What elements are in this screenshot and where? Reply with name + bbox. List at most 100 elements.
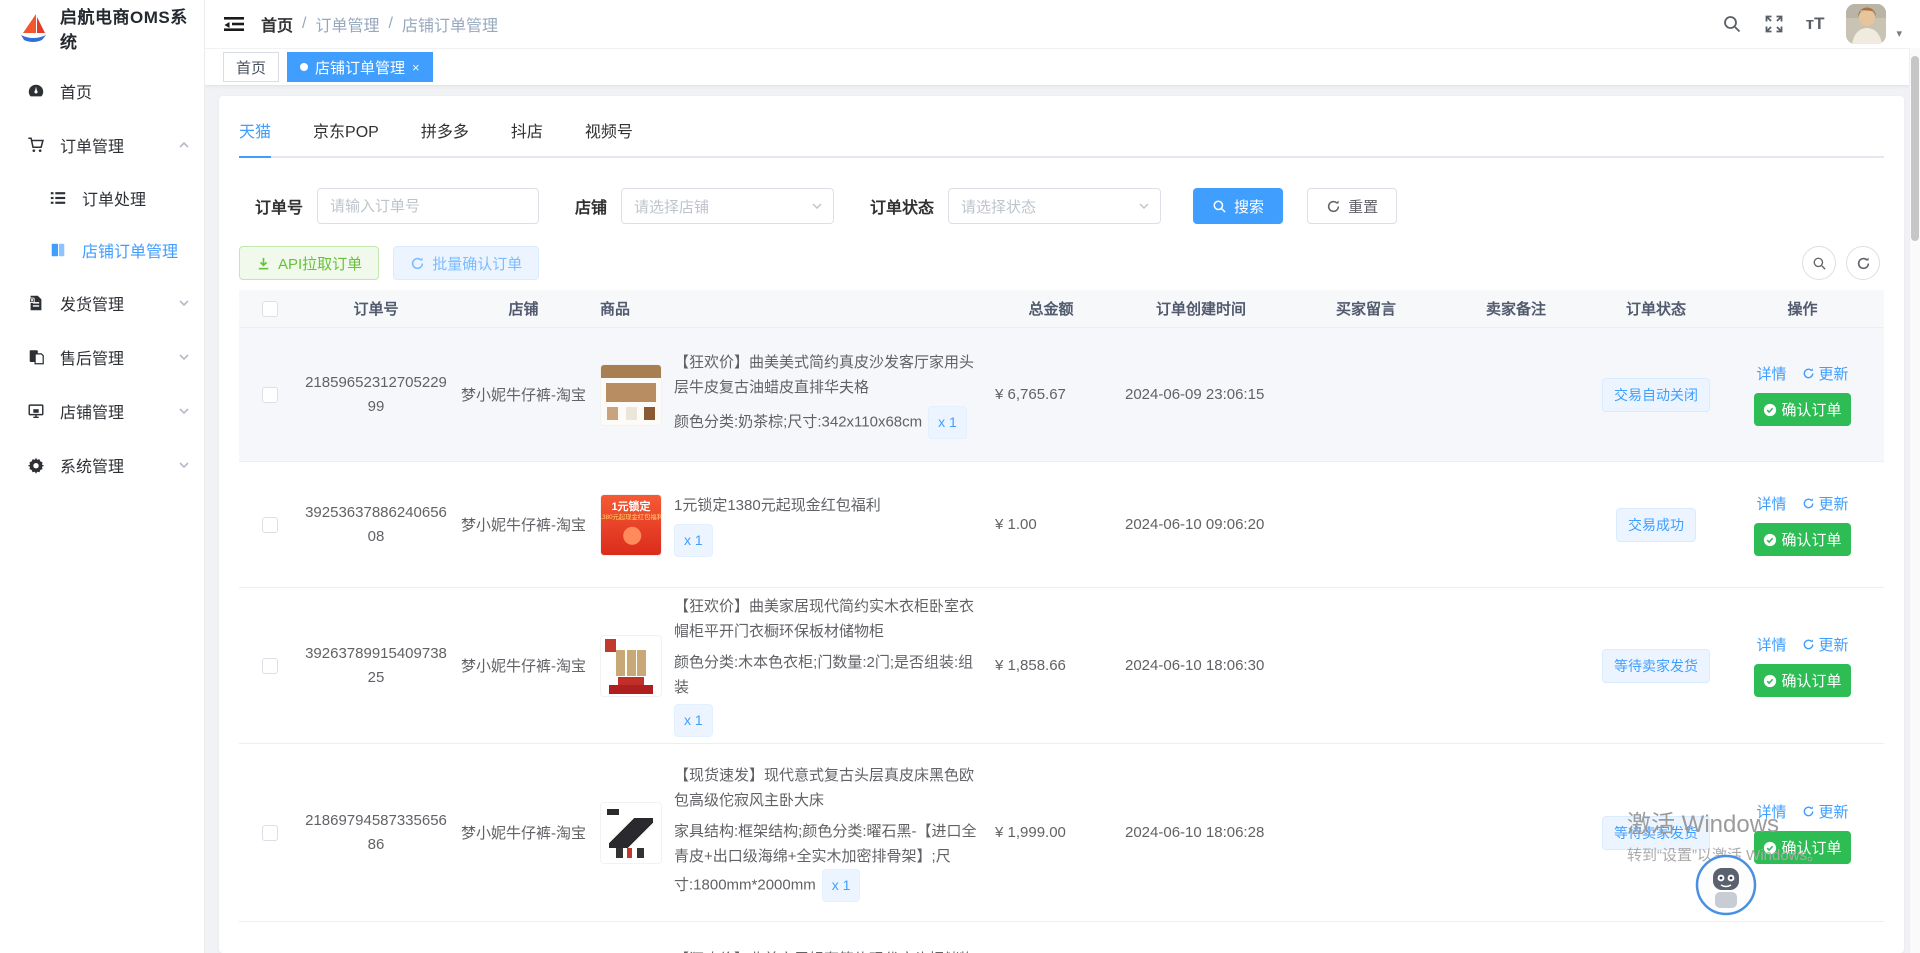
order-created-time: 2024-06-10 18:06:30 (1111, 651, 1291, 680)
sidebar-item-label: 售后管理 (60, 345, 164, 369)
row-checkbox[interactable] (262, 387, 278, 403)
batch-confirm-orders-button[interactable]: 批量确认订单 (393, 246, 539, 280)
order-created-time: 2024-06-10 09:06:20 (1111, 510, 1291, 539)
product-title: 【狂欢价】曲美美式简约真皮沙发客厅家用头层牛皮复古油蜡皮直排华夫格 (674, 350, 985, 400)
detail-link[interactable]: 详情 (1756, 801, 1786, 822)
platform-tabs: 天猫 京东POP 拼多多 抖店 视频号 (239, 96, 1884, 158)
sailboat-logo-icon (16, 11, 50, 45)
tab-douyin[interactable]: 抖店 (511, 110, 543, 156)
order-created-time: 2024-06-10 18:06:28 (1111, 818, 1291, 847)
search-button[interactable]: 搜索 (1193, 188, 1283, 224)
update-link[interactable]: 更新 (1802, 634, 1849, 655)
status-badge: 交易自动关闭 (1602, 378, 1710, 412)
sidebar-item-label: 发货管理 (60, 291, 164, 315)
product-image[interactable] (600, 802, 662, 864)
table-refresh-icon[interactable] (1846, 246, 1880, 280)
detail-link[interactable]: 详情 (1756, 634, 1786, 655)
sidebar-item-shop-order-mgmt[interactable]: 店铺订单管理 (0, 224, 204, 276)
product-spec: 颜色分类:奶茶棕;尺寸:342x110x68cmx 1 (674, 406, 985, 439)
search-icon[interactable] (1722, 14, 1742, 34)
status-select[interactable]: 请选择状态 (948, 188, 1161, 224)
product-title: 【狂欢价】曲美家居现代简约实木衣柜卧室衣帽柜平开门衣橱环保板材储物柜 (674, 594, 985, 644)
seller-note (1441, 519, 1591, 531)
status-select-placeholder: 请选择状态 (961, 196, 1036, 217)
update-link[interactable]: 更新 (1802, 493, 1849, 514)
product-image[interactable]: 1元锁定 1380元起现金红包福利 (600, 494, 662, 556)
tag-shop-order-mgmt[interactable]: 店铺订单管理 × (287, 52, 433, 82)
font-size-icon[interactable]: ᴛT (1806, 14, 1825, 34)
reset-button[interactable]: 重置 (1307, 188, 1397, 224)
breadcrumb-order-mgmt[interactable]: 订单管理 (315, 12, 379, 36)
product-image[interactable] (600, 635, 662, 697)
sidebar-collapse-icon[interactable] (223, 14, 245, 34)
tab-pdd[interactable]: 拼多多 (421, 110, 469, 156)
orders-table: 订单号 店铺 商品 总金额 订单创建时间 买家留言 卖家备注 订单状态 操作 2… (239, 290, 1884, 953)
table-row: 21695163267564979 梦小妮牛仔裤-淘宝 【狂欢价】曲美家居轻奢简… (239, 922, 1884, 953)
fullscreen-icon[interactable] (1764, 14, 1784, 34)
chevron-down-icon (178, 297, 190, 309)
confirm-order-button[interactable]: 确认订单 (1754, 523, 1850, 556)
row-checkbox[interactable] (262, 658, 278, 674)
avatar-caret-icon[interactable]: ▾ (1896, 27, 1902, 44)
tag-label: 首页 (236, 57, 266, 78)
api-pull-orders-button[interactable]: API拉取订单 (239, 246, 379, 280)
close-icon[interactable]: × (412, 60, 420, 75)
confirm-order-button[interactable]: 确认订单 (1754, 393, 1850, 426)
sidebar-item-home[interactable]: 首页 (0, 64, 204, 118)
tab-tmall[interactable]: 天猫 (239, 110, 271, 156)
order-amount: ¥ 6,765.67 (991, 380, 1111, 409)
avatar[interactable] (1846, 4, 1886, 44)
confirm-order-button[interactable]: 确认订单 (1754, 664, 1850, 697)
product-image[interactable] (600, 364, 662, 426)
detail-link[interactable]: 详情 (1756, 363, 1786, 384)
breadcrumb-separator: / (302, 15, 306, 33)
app-title: 启航电商OMS系统 (60, 3, 204, 53)
copy-icon (26, 347, 46, 367)
reset-button-label: 重置 (1348, 196, 1378, 217)
row-checkbox[interactable] (262, 825, 278, 841)
sidebar-item-order-process[interactable]: 订单处理 (0, 172, 204, 224)
sidebar-item-shop-mgmt[interactable]: 店铺管理 (0, 384, 204, 438)
confirm-order-button[interactable]: 确认订单 (1754, 831, 1850, 864)
shop-name: 梦小妮牛仔裤-淘宝 (451, 508, 596, 541)
update-link[interactable]: 更新 (1802, 363, 1849, 384)
sidebar: 启航电商OMS系统 首页 订单管理 (0, 0, 205, 953)
scrollbar-thumb[interactable] (1911, 56, 1919, 241)
tab-jd-pop[interactable]: 京东POP (313, 110, 379, 156)
detail-link[interactable]: 详情 (1756, 493, 1786, 514)
col-order-no: 订单号 (301, 292, 451, 325)
order-no-input[interactable] (317, 188, 539, 224)
row-checkbox[interactable] (262, 517, 278, 533)
order-no: 2185965231270522999 (301, 365, 451, 425)
tab-channels[interactable]: 视频号 (585, 110, 633, 156)
product-cell: 【狂欢价】曲美家居轻奢简约现代床头柜储物双抽床边柜皮质卧室置物储藏柜 x 1 (596, 941, 991, 953)
table-search-icon[interactable] (1802, 246, 1836, 280)
col-product: 商品 (596, 292, 991, 325)
chevron-up-icon (178, 139, 190, 151)
buyer-message (1291, 827, 1441, 839)
sidebar-item-order-mgmt[interactable]: 订单管理 (0, 118, 204, 172)
sidebar-item-system-mgmt[interactable]: 系统管理 (0, 438, 204, 492)
breadcrumb-home[interactable]: 首页 (261, 12, 293, 36)
shop-select[interactable]: 请选择店铺 (621, 188, 834, 224)
product-spec: x 1 (674, 524, 881, 557)
page-scrollbar[interactable] (1909, 48, 1920, 953)
chevron-down-icon (178, 405, 190, 417)
row-actions: 详情 更新 确认订单 (1721, 487, 1884, 562)
assistant-robot-icon[interactable] (1695, 854, 1757, 916)
sidebar-item-aftersale-mgmt[interactable]: 售后管理 (0, 330, 204, 384)
select-all-checkbox[interactable] (262, 301, 278, 317)
breadcrumb: 首页 / 订单管理 / 店铺订单管理 (261, 12, 498, 36)
monitor-icon (26, 401, 46, 421)
app-logo: 启航电商OMS系统 (0, 0, 204, 56)
order-amount: ¥ 1,858.66 (991, 651, 1111, 680)
tag-home[interactable]: 首页 (223, 52, 279, 82)
col-amount: 总金额 (991, 292, 1111, 325)
sidebar-item-label: 店铺订单管理 (82, 238, 190, 262)
top-bar: 首页 / 订单管理 / 店铺订单管理 ᴛT ▾ (205, 0, 1920, 48)
update-link[interactable]: 更新 (1802, 801, 1849, 822)
sidebar-item-shipping-mgmt[interactable]: 发货管理 (0, 276, 204, 330)
shop-select-placeholder: 请选择店铺 (634, 196, 709, 217)
status-badge: 等待卖家发货 (1602, 649, 1710, 683)
seller-note (1441, 389, 1591, 401)
